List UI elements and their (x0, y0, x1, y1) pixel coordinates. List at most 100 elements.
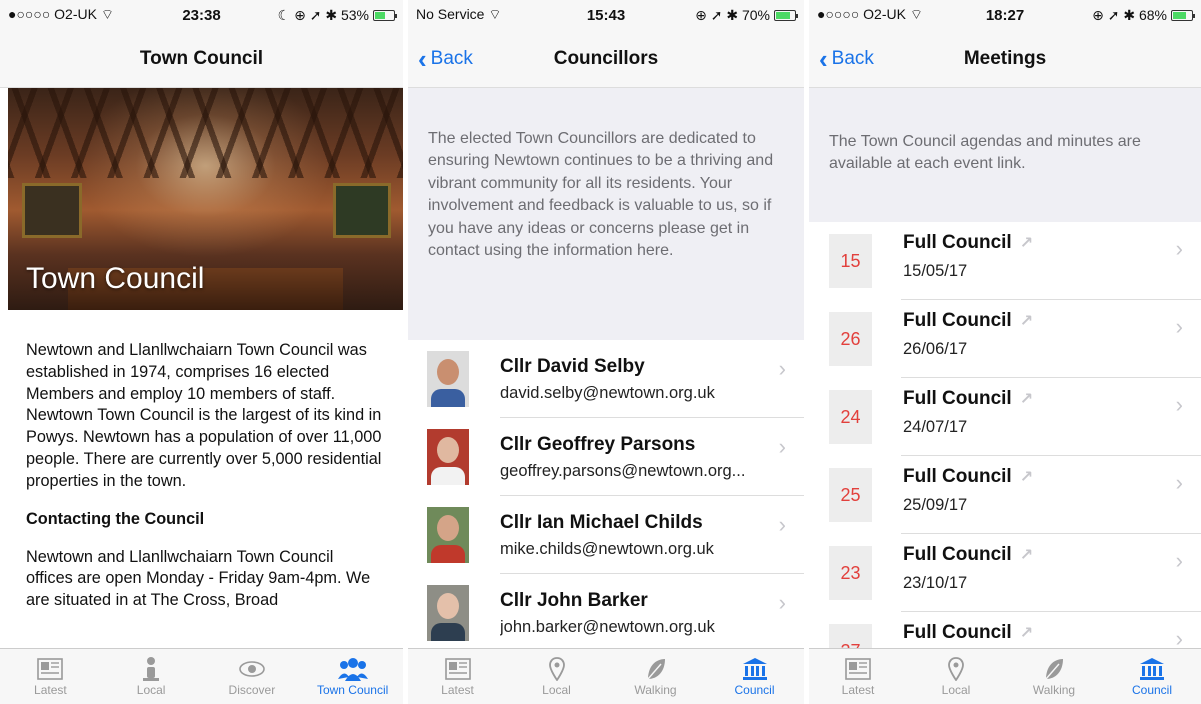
meeting-row[interactable]: 23 Full Council ↗ 23/10/17 › (809, 534, 1201, 612)
meeting-title-wrap: Full Council ↗ (903, 544, 1033, 566)
battery-icon (1171, 9, 1195, 21)
chevron-left-icon: ‹ (819, 44, 828, 74)
councillor-email[interactable]: david.selby@newtown.org.uk (500, 384, 804, 403)
chevron-right-icon: › (778, 434, 786, 459)
nav-bar: ‹ Back Meetings (809, 30, 1201, 88)
status-icons: ⊕ ➚ ✱ 68% (1092, 7, 1195, 24)
back-button[interactable]: ‹ Back (819, 30, 874, 88)
councillor-info: Cllr David Selby david.selby@newtown.org… (500, 356, 804, 403)
tab-label: Town Council (316, 683, 389, 697)
status-indicators: ☾ ⊕ ➚ ✱ 53% (277, 6, 369, 23)
meetings-screen: ●○○○○ O2-UK ⌔ 18:27 ⊕ ➚ ✱ 68% ‹ Back Mee… (809, 0, 1201, 704)
meeting-date: 15/05/17 (903, 262, 968, 280)
battery-icon (373, 9, 397, 21)
meeting-title-wrap: Full Council ↗ (903, 310, 1033, 332)
meeting-list: 15 Full Council ↗ 15/05/17 › 26 Full Coun… (809, 222, 1201, 690)
meeting-title-wrap: Full Council ↗ (903, 232, 1033, 254)
tab-local[interactable]: Local (507, 649, 606, 704)
back-label: Back (831, 48, 874, 69)
meeting-day-badge: 15 (829, 234, 872, 288)
tab-label: Local (542, 683, 571, 697)
ceiling-beams (8, 88, 403, 178)
intro-text: The elected Town Councillors are dedicat… (408, 88, 804, 340)
group-icon (337, 655, 368, 683)
tab-local[interactable]: Local (101, 649, 202, 704)
carrier-label: ●○○○○ O2-UK ⌔ (8, 6, 115, 22)
tab-bar: Latest Local Discover Town Council (0, 648, 403, 704)
tab-latest[interactable]: Latest (0, 649, 101, 704)
avatar (427, 507, 469, 563)
newspaper-icon (37, 655, 64, 683)
councillor-info: Cllr Geoffrey Parsons geoffrey.parsons@n… (500, 434, 804, 481)
councillor-email[interactable]: john.barker@newtown.org.uk (500, 618, 804, 637)
meeting-day-badge: 23 (829, 546, 872, 600)
councillor-email[interactable]: mike.childs@newtown.org.uk (500, 540, 804, 559)
chevron-right-icon: › (1175, 392, 1183, 417)
meeting-title: Full Council (903, 310, 1012, 331)
meeting-row[interactable]: 26 Full Council ↗ 26/06/17 › (809, 300, 1201, 378)
meeting-day-badge: 26 (829, 312, 872, 366)
tab-local[interactable]: Local (907, 649, 1005, 704)
tab-council[interactable]: Council (705, 649, 804, 704)
councillor-row[interactable]: Cllr John Barker john.barker@newtown.org… (408, 574, 804, 652)
leaf-icon (645, 655, 667, 683)
contact-paragraph: Newtown and Llanllwchaiarn Town Council … (26, 547, 371, 610)
external-link-icon: ↗ (1019, 313, 1034, 330)
eye-icon (239, 655, 265, 683)
chevron-right-icon: › (1175, 470, 1183, 495)
tab-label: Latest (34, 683, 67, 697)
nav-bar: Town Council (0, 30, 403, 88)
newspaper-icon (444, 655, 471, 683)
nav-bar: ‹ Back Councillors (408, 30, 804, 88)
meeting-title-wrap: Full Council ↗ (903, 622, 1033, 644)
tab-discover[interactable]: Discover (202, 649, 303, 704)
status-icons: ☾ ⊕ ➚ ✱ 53% (277, 6, 397, 24)
tab-council[interactable]: Council (1103, 649, 1201, 704)
tab-latest[interactable]: Latest (809, 649, 907, 704)
meeting-row[interactable]: 25 Full Council ↗ 25/09/17 › (809, 456, 1201, 534)
page-title: Councillors (553, 47, 659, 69)
avatar (427, 351, 469, 407)
tab-label: Council (1131, 683, 1173, 697)
chevron-right-icon: › (1175, 236, 1183, 261)
external-link-icon: ↗ (1019, 469, 1034, 486)
meeting-row[interactable]: 15 Full Council ↗ 15/05/17 › (809, 222, 1201, 300)
meeting-row[interactable]: 24 Full Council ↗ 24/07/17 › (809, 378, 1201, 456)
tab-label: Walking (634, 683, 677, 697)
status-bar: ●○○○○ O2-UK ⌔ 18:27 ⊕ ➚ ✱ 68% (809, 0, 1201, 30)
meeting-date: 24/07/17 (903, 418, 968, 436)
meeting-title: Full Council (903, 232, 1012, 253)
tab-walking[interactable]: Walking (606, 649, 705, 704)
map-pin-icon (948, 655, 964, 683)
councillor-row[interactable]: Cllr Geoffrey Parsons geoffrey.parsons@n… (408, 418, 804, 496)
councillor-row[interactable]: Cllr Ian Michael Childs mike.childs@newt… (408, 496, 804, 574)
page-title: Town Council (139, 47, 264, 69)
person-info-icon (141, 655, 161, 683)
map-pin-icon (548, 655, 565, 683)
chevron-left-icon: ‹ (418, 44, 427, 74)
screens-container: ●○○○○ O2-UK ⌔ 23:38 ☾ ⊕ ➚ ✱ 53% Town Cou… (0, 0, 1201, 704)
councillor-email[interactable]: geoffrey.parsons@newtown.org... (500, 462, 804, 481)
councillor-row[interactable]: Cllr David Selby david.selby@newtown.org… (408, 340, 804, 418)
intro-text: The Town Council agendas and minutes are… (809, 88, 1201, 222)
tab-label: Discover (228, 683, 276, 697)
meeting-title-wrap: Full Council ↗ (903, 466, 1033, 488)
status-indicators: ⊕ ➚ ✱ 70% (695, 6, 770, 23)
meeting-date: 26/06/17 (903, 340, 968, 358)
meeting-day-badge: 24 (829, 390, 872, 444)
tab-latest[interactable]: Latest (408, 649, 507, 704)
councillor-list: Cllr David Selby david.selby@newtown.org… (408, 340, 804, 652)
avatar (427, 429, 469, 485)
painting-left (22, 183, 82, 238)
carrier-label: ●○○○○ O2-UK ⌔ (817, 6, 924, 22)
chevron-right-icon: › (1175, 548, 1183, 573)
back-button[interactable]: ‹ Back (418, 30, 473, 88)
councillor-info: Cllr Ian Michael Childs mike.childs@newt… (500, 512, 804, 559)
carrier-label: No Service ⌔ (416, 6, 502, 22)
tab-bar: Latest Local Walking Council (809, 648, 1201, 704)
leaf-icon (1043, 655, 1065, 683)
town-council-screen: ●○○○○ O2-UK ⌔ 23:38 ☾ ⊕ ➚ ✱ 53% Town Cou… (0, 0, 403, 704)
tab-walking[interactable]: Walking (1005, 649, 1103, 704)
tab-town-council[interactable]: Town Council (302, 649, 403, 704)
tab-label: Council (734, 683, 775, 697)
